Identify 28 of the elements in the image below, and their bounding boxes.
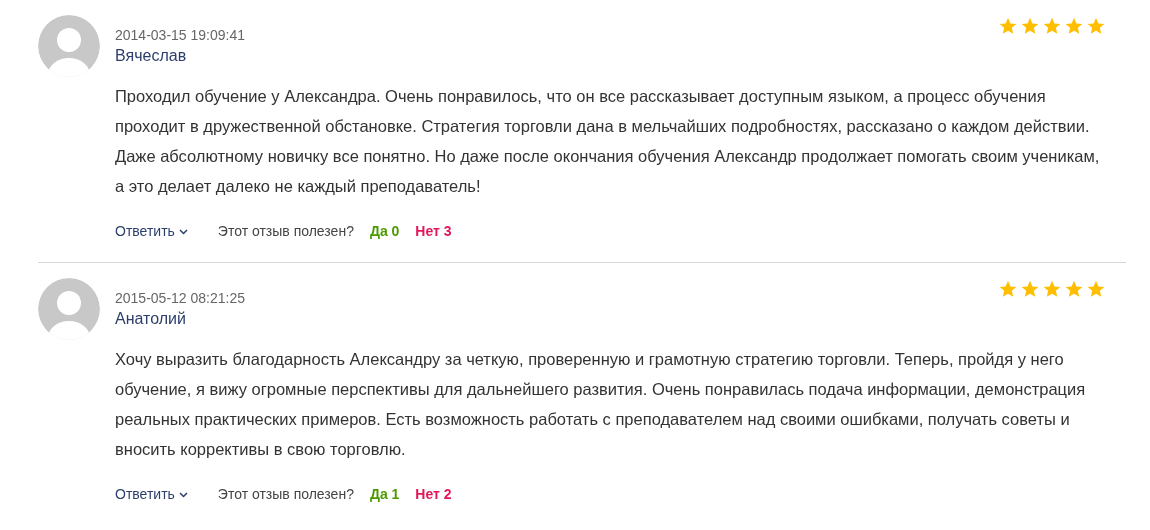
yes-vote-button[interactable]: Да 0: [369, 221, 400, 242]
star-icon: [1020, 16, 1040, 36]
review-date: 2014-03-15 19:09:41: [115, 26, 245, 45]
avatar-icon: [38, 15, 100, 77]
star-icon: [1086, 16, 1106, 36]
star-icon: [1020, 279, 1040, 299]
review-date: 2015-05-12 08:21:25: [115, 289, 245, 308]
star-icon: [1042, 16, 1062, 36]
review-text: Проходил обучение у Александра. Очень понравилось, что он все рассказывает доступным языком, а процесс обучения проходит в дружественной обстановке. Стратегия торговли дана в мельчайших подробностях, рассказано о каждом действии. Даже абсолютному новичку все понятно. Но даже после окончания обучения Александр продолжает помогать своим ученикам, а это делает далеко не каждый преподаватель!: [115, 86, 1101, 197]
no-vote-button[interactable]: Нет 3: [415, 221, 452, 242]
star-icon: [1042, 279, 1062, 299]
chevron-down-icon: [178, 491, 188, 498]
star-icon: [1086, 279, 1106, 299]
star-icon: [998, 279, 1018, 299]
chevron-down-icon: [178, 228, 188, 235]
helpful-question: Этот отзыв полезен?: [217, 485, 354, 504]
reply-button[interactable]: Ответить: [115, 221, 188, 242]
helpful-question: Этот отзыв полезен?: [217, 222, 354, 241]
review-text: Хочу выразить благодарность Александру за четкую, проверенную и грамотную стратегию торговли. Теперь, пройдя у него обучение, я вижу огромные перспективы для дальнейшего развития. Очень понравилась подача информации, демонстрация реальных практических примеров. Есть возможность работать с преподавателем над своими ошибками, получать советы и вносить коррективы в свою торговлю.: [115, 349, 1087, 460]
star-icon: [1064, 279, 1084, 299]
author-name: Вячеслав: [115, 46, 188, 66]
avatar-icon: [38, 278, 100, 340]
yes-vote-button[interactable]: Да 1: [369, 484, 400, 505]
star-icon: [998, 16, 1018, 36]
reply-button[interactable]: Ответить: [115, 484, 188, 505]
no-vote-button[interactable]: Нет 2: [415, 484, 452, 505]
star-icon: [1064, 16, 1084, 36]
author-name: Анатолий: [115, 309, 187, 329]
